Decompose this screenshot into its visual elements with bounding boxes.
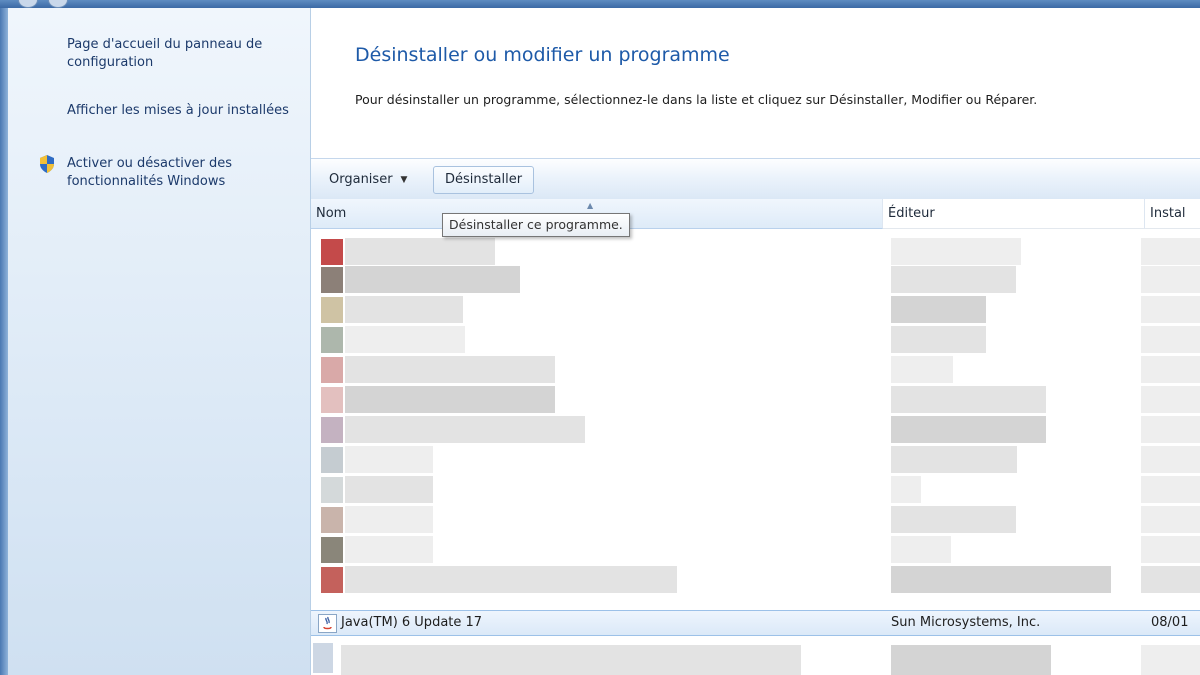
- list-item[interactable]: [311, 353, 1200, 383]
- program-icon: [321, 297, 343, 323]
- list-item[interactable]: [311, 263, 1200, 293]
- list-item[interactable]: [311, 235, 1200, 265]
- view-installed-updates-link[interactable]: Afficher les mises à jour installées: [67, 102, 297, 120]
- program-icon: [321, 537, 343, 563]
- program-publisher: Sun Microsystems, Inc.: [891, 615, 1041, 630]
- list-item[interactable]: [311, 503, 1200, 533]
- program-icon: [321, 477, 343, 503]
- shield-icon: [40, 155, 54, 173]
- uninstall-button[interactable]: Désinstaller: [433, 166, 535, 194]
- organize-label: Organiser: [329, 172, 393, 187]
- list-item[interactable]: [311, 323, 1200, 353]
- program-icon: [321, 387, 343, 413]
- page-title: Désinstaller ou modifier un programme: [355, 44, 730, 66]
- task-pane: Page d'accueil du panneau de configurati…: [8, 8, 311, 675]
- forward-button[interactable]: [48, 0, 68, 8]
- list-item[interactable]: [311, 413, 1200, 443]
- list-item[interactable]: [311, 293, 1200, 323]
- list-item[interactable]: [311, 443, 1200, 473]
- uninstall-tooltip: Désinstaller ce programme.: [442, 213, 630, 237]
- table-row-java[interactable]: Java(TM) 6 Update 17 Sun Microsystems, I…: [311, 610, 1200, 636]
- program-icon: [321, 239, 343, 265]
- java-icon: [318, 614, 337, 633]
- list-item[interactable]: [311, 473, 1200, 503]
- organize-menu-button[interactable]: Organiser ▼: [321, 169, 415, 191]
- page-description: Pour désinstaller un programme, sélectio…: [355, 92, 1038, 107]
- program-install-date: 08/01: [1151, 615, 1189, 630]
- program-icon: [321, 267, 343, 293]
- program-icon: [321, 507, 343, 533]
- program-icon: [321, 447, 343, 473]
- main-content: Désinstaller ou modifier un programme Po…: [311, 8, 1200, 675]
- chevron-down-icon: ▼: [400, 175, 408, 185]
- program-icon: [321, 417, 343, 443]
- sort-up-icon: ▲: [587, 201, 594, 210]
- command-bar: Organiser ▼ Désinstaller: [311, 158, 1200, 200]
- window-frame: [0, 8, 8, 675]
- program-list[interactable]: Java(TM) 6 Update 17 Sun Microsystems, I…: [311, 229, 1200, 675]
- back-button[interactable]: [18, 0, 38, 8]
- list-item[interactable]: [311, 533, 1200, 563]
- control-panel-home-link[interactable]: Page d'accueil du panneau de configurati…: [67, 36, 297, 72]
- program-icon: [321, 567, 343, 593]
- list-item[interactable]: [311, 383, 1200, 413]
- windows-features-link[interactable]: Activer ou désactiver des fonctionnalité…: [67, 155, 297, 191]
- program-icon: [321, 357, 343, 383]
- program-icon: [321, 327, 343, 353]
- list-item[interactable]: [311, 637, 1200, 675]
- column-header-publisher[interactable]: Éditeur: [883, 199, 1145, 229]
- column-header-installed-on[interactable]: Instal: [1145, 199, 1200, 229]
- window-title-bar: [0, 0, 1200, 8]
- list-item[interactable]: [311, 563, 1200, 593]
- program-name: Java(TM) 6 Update 17: [341, 615, 483, 630]
